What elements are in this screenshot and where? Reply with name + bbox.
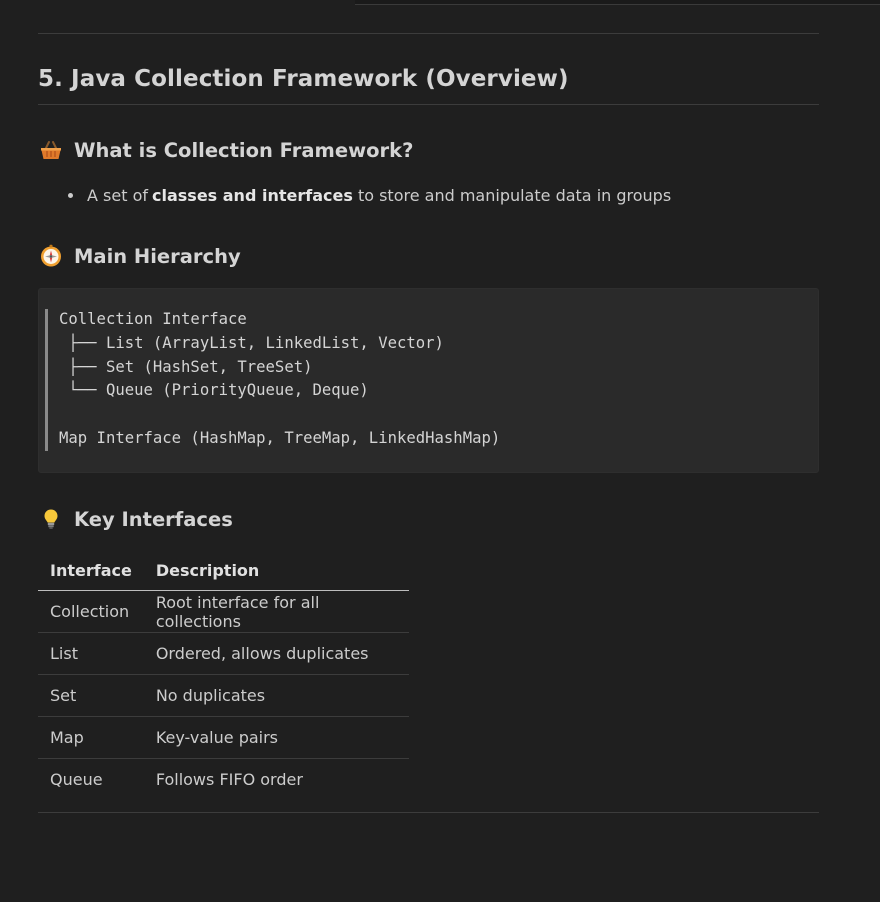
- column-header-description: Description: [143, 550, 409, 591]
- heading-what-is-collection: What is Collection Framework?: [38, 136, 413, 164]
- title-underline: [38, 104, 819, 105]
- table-row: Set No duplicates: [38, 674, 409, 717]
- table-row: Queue Follows FIFO order: [38, 759, 409, 801]
- table-row: Collection Root interface for all collec…: [38, 590, 409, 633]
- section-title: 5. Java Collection Framework (Overview): [38, 66, 569, 92]
- cell-description: Follows FIFO order: [155, 770, 303, 789]
- table-row: List Ordered, allows duplicates: [38, 632, 409, 675]
- cell-description: No duplicates: [143, 674, 409, 717]
- cell-description: Root interface for all collections: [143, 590, 409, 633]
- interfaces-table: Interface Description Collection Root in…: [38, 550, 409, 800]
- heading-key-interfaces: Key Interfaces: [38, 505, 233, 533]
- cell-interface: List: [38, 632, 144, 675]
- code-block: Collection Interface ├── List (ArrayList…: [38, 288, 819, 473]
- cell-interface: Queue: [50, 770, 103, 789]
- horizontal-rule: [38, 33, 819, 34]
- cell-interface: Set: [38, 674, 144, 717]
- list-item: A set of classes and interfaces to store…: [68, 186, 671, 205]
- cell-description: Ordered, allows duplicates: [143, 632, 409, 675]
- bullet-prefix: A set of: [87, 186, 148, 205]
- heading-text: What is Collection Framework?: [74, 138, 414, 162]
- blockquote-bar: [45, 309, 48, 451]
- cell-interface: Collection: [38, 590, 144, 633]
- compass-icon: [38, 243, 64, 269]
- horizontal-rule: [38, 812, 819, 813]
- heading-main-hierarchy: Main Hierarchy: [38, 242, 241, 270]
- table-header-row: Interface Description: [38, 550, 409, 591]
- bullet-dot: [68, 193, 73, 198]
- basket-icon: [38, 137, 64, 163]
- bullet-list: A set of classes and interfaces to store…: [68, 186, 671, 205]
- cell-interface: Map: [38, 716, 144, 759]
- cell-description: Key-value pairs: [143, 716, 409, 759]
- bullet-bold: classes and interfaces: [152, 186, 353, 205]
- bullet-suffix: to store and manipulate data in groups: [352, 186, 672, 205]
- lightbulb-icon: [38, 506, 64, 532]
- table-row: Map Key-value pairs: [38, 716, 409, 759]
- column-header-interface: Interface: [38, 550, 144, 591]
- code-content: Collection Interface ├── List (ArrayList…: [59, 310, 501, 447]
- top-panel-edge: [355, 0, 880, 5]
- heading-text: Key Interfaces: [74, 507, 233, 531]
- heading-text: Main Hierarchy: [74, 244, 241, 268]
